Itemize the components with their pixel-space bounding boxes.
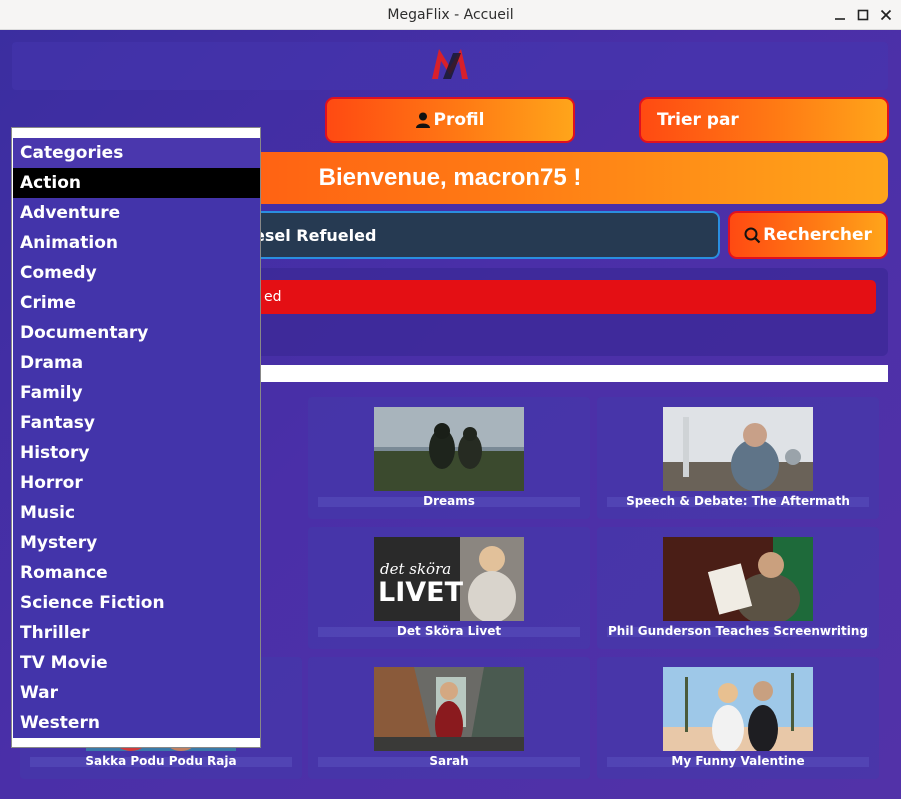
search-button[interactable]: Rechercher [728,211,888,259]
category-option-science-fiction[interactable]: Science Fiction [13,588,260,618]
sort-label: Trier par [657,110,739,130]
category-option-crime[interactable]: Crime [13,288,260,318]
search-button-label: Rechercher [763,225,872,245]
category-option-action[interactable]: Action [13,168,260,198]
category-option-western[interactable]: Western [13,708,260,738]
category-option-fantasy[interactable]: Fantasy [13,408,260,438]
movie-title: Phil Gunderson Teaches Screenwriting [608,624,868,638]
movie-title: Dreams [423,494,475,508]
window-title: MegaFlix - Accueil [387,6,514,23]
movie-title: Sarah [429,754,469,768]
search-input-value: esel Refueled [254,225,377,245]
movie-thumbnail [663,407,813,491]
movie-card[interactable]: My Funny Valentine [597,657,879,779]
profile-button[interactable]: Profil [325,97,575,143]
category-option-history[interactable]: History [13,438,260,468]
welcome-text: Bienvenue, macron75 ! [318,164,582,191]
categories-list: Categories Action Adventure Animation Co… [13,138,260,738]
user-icon [415,112,430,128]
movie-card[interactable]: Speech & Debate: The Aftermath [597,397,879,519]
category-option-family[interactable]: Family [13,378,260,408]
svg-text:det sköra: det sköra [380,560,451,578]
minimize-icon[interactable] [829,0,851,29]
category-option-animation[interactable]: Animation [13,228,260,258]
category-option-thriller[interactable]: Thriller [13,618,260,648]
movie-card[interactable]: det sköra LIVET Det Sköra Livet [308,527,590,649]
categories-dropdown[interactable]: Categories Action Adventure Animation Co… [11,127,261,748]
movie-title: My Funny Valentine [671,754,805,768]
movie-title: Sakka Podu Podu Raja [85,754,237,768]
category-option-horror[interactable]: Horror [13,468,260,498]
movie-thumbnail [663,537,813,621]
category-option-romance[interactable]: Romance [13,558,260,588]
search-result-label: ed [264,289,282,305]
window-titlebar: MegaFlix - Accueil [0,0,901,30]
category-option-documentary[interactable]: Documentary [13,318,260,348]
category-option-mystery[interactable]: Mystery [13,528,260,558]
category-option-tv-movie[interactable]: TV Movie [13,648,260,678]
categories-header: Categories [13,138,260,168]
movie-title: Speech & Debate: The Aftermath [626,494,850,508]
movie-card[interactable]: Dreams [308,397,590,519]
movie-thumbnail [374,667,524,751]
category-option-war[interactable]: War [13,678,260,708]
category-option-adventure[interactable]: Adventure [13,198,260,228]
movie-thumbnail: det sköra LIVET [374,537,524,621]
main-window: Profil Trier par Bienvenue, macron75 ! e… [0,30,901,799]
category-option-comedy[interactable]: Comedy [13,258,260,288]
sort-button[interactable]: Trier par [639,97,889,143]
movie-thumbnail [374,407,524,491]
profile-label: Profil [433,110,485,130]
logo-bar [12,42,888,90]
category-option-drama[interactable]: Drama [13,348,260,378]
movie-thumbnail [663,667,813,751]
movie-title: Det Sköra Livet [396,624,502,638]
svg-text:LIVET: LIVET [378,577,464,608]
movie-card[interactable]: Phil Gunderson Teaches Screenwriting [597,527,879,649]
search-icon [744,227,761,244]
maximize-icon[interactable] [852,0,874,29]
close-icon[interactable] [875,0,897,29]
megaflix-logo-icon [429,45,471,87]
movie-card[interactable]: Sarah [308,657,590,779]
category-option-music[interactable]: Music [13,498,260,528]
